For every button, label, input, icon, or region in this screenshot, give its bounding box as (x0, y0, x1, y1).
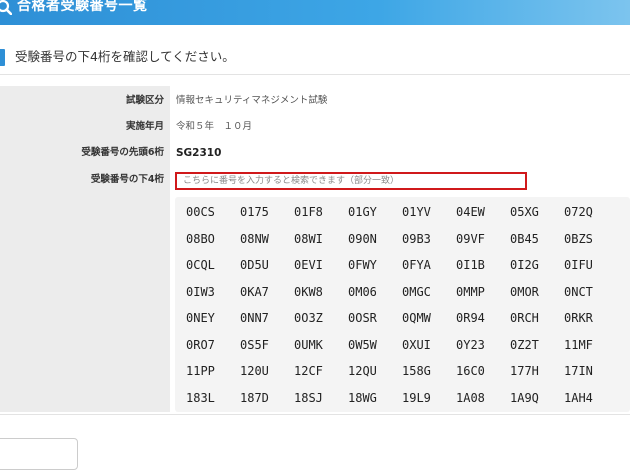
divider (0, 74, 630, 75)
code-item: 187D (240, 390, 269, 405)
code-item: 0M06 (348, 284, 377, 299)
code-item: 0O3Z (294, 311, 323, 325)
code-item: 0175 (240, 205, 269, 219)
exam-category-label: 試験区分 (125, 95, 164, 106)
code-item: 0I1B (456, 258, 485, 272)
heading-accent-bar (0, 49, 5, 66)
code-item: 11PP (186, 364, 215, 378)
code-item: 0B45 (510, 231, 539, 246)
code-item: 09B3 (402, 231, 431, 246)
code-item: 0XUI (402, 337, 431, 352)
code-item: 01GY (348, 205, 377, 219)
header-bar: 合格者受験番号一覧 (0, 0, 630, 25)
search-icon (0, 0, 13, 16)
code-item: 05XG (510, 205, 539, 219)
code-item: 158G (402, 364, 431, 378)
code-item: 0Z2T (510, 337, 539, 352)
code-item: 090N (348, 231, 377, 246)
code-item: 120U (240, 364, 269, 378)
code-item: 0D5U (240, 258, 269, 272)
code-item: 0FWY (348, 258, 377, 272)
code-item: 0KA7 (240, 284, 269, 299)
code-item: 0R94 (456, 311, 485, 325)
code-item: 04EW (456, 205, 485, 219)
code-item: 08NW (240, 231, 269, 246)
code-item: 0CQL (186, 258, 215, 272)
search-input[interactable] (175, 172, 527, 190)
exam-category-value: 情報セキュリティマネジメント試験 (176, 95, 328, 106)
code-item: 12CF (294, 364, 323, 378)
code-item: 01YV (402, 205, 431, 219)
code-item: 17IN (564, 364, 593, 378)
code-item: 1A08 (456, 390, 485, 405)
number-prefix-value: SG2310 (176, 147, 222, 159)
code-item: 0MGC (402, 284, 431, 299)
code-item: 09VF (456, 231, 485, 246)
code-item: 0BZS (564, 231, 593, 246)
code-item: 18SJ (294, 390, 323, 405)
code-item: 072Q (564, 205, 593, 219)
code-item: 0RKR (564, 311, 593, 325)
code-item: 12QU (348, 364, 377, 378)
page-title: 合格者受験番号一覧 (17, 0, 148, 14)
code-item: 0NEY (186, 311, 215, 325)
code-item: 0EVI (294, 258, 323, 272)
codes-grid: 00CS 0175 01F8 01GY 01YV 04EW 05XG 072Q 08BO 08NW… (186, 204, 618, 412)
code-item: 16C0 (456, 364, 485, 378)
code-item: 0FYA (402, 258, 431, 272)
number-prefix-label: 受験番号の先頭6桁 (81, 147, 164, 158)
code-item: 08WI (294, 231, 323, 246)
code-item: 1A9Q (510, 390, 539, 405)
exam-info-table: 試験区分 情報セキュリティマネジメント試験 実施年月 令和５年 １０月 受験番号… (0, 86, 630, 412)
code-item: 0Y23 (456, 337, 485, 352)
code-item: 183L (186, 390, 215, 405)
code-item: 0NN7 (240, 311, 269, 325)
code-item: 0NCT (564, 284, 593, 299)
code-item: 08BO (186, 231, 215, 246)
code-item: 00CS (186, 205, 215, 219)
code-item: 0KW8 (294, 284, 323, 299)
code-item: 0MMP (456, 284, 485, 299)
code-item: 0IW3 (186, 284, 215, 299)
code-item: 0I2G (510, 258, 539, 272)
instruction-heading: 受験番号の下4桁を確認してください。 (0, 46, 630, 68)
code-item: 1AH4 (564, 390, 593, 405)
code-item: 0MOR (510, 284, 539, 299)
code-item: 0OSR (348, 311, 377, 325)
code-item: 11MF (564, 337, 593, 352)
divider (0, 414, 630, 415)
codes-list[interactable]: 00CS 0175 01F8 01GY 01YV 04EW 05XG 072Q 08BO 08NW… (175, 197, 630, 412)
back-button[interactable] (0, 438, 78, 470)
code-item: 0W5W (348, 337, 377, 352)
code-item: 18WG (348, 390, 377, 405)
code-item: 0QMW (402, 311, 431, 325)
instruction-text: 受験番号の下4桁を確認してください。 (15, 49, 235, 64)
label-column (0, 86, 170, 412)
code-item: 0RO7 (186, 337, 215, 352)
last-four-digits-label: 受験番号の下4桁 (90, 174, 164, 185)
exam-date-value: 令和５年 １０月 (176, 121, 253, 132)
code-item: 19L9 (402, 390, 431, 405)
code-item: 0UMK (294, 337, 323, 352)
code-item: 01F8 (294, 205, 323, 219)
code-item: 0RCH (510, 311, 539, 325)
code-item: 0S5F (240, 337, 269, 352)
code-item: 0IFU (564, 258, 593, 272)
exam-date-label: 実施年月 (125, 121, 164, 132)
code-item: 177H (510, 364, 539, 378)
